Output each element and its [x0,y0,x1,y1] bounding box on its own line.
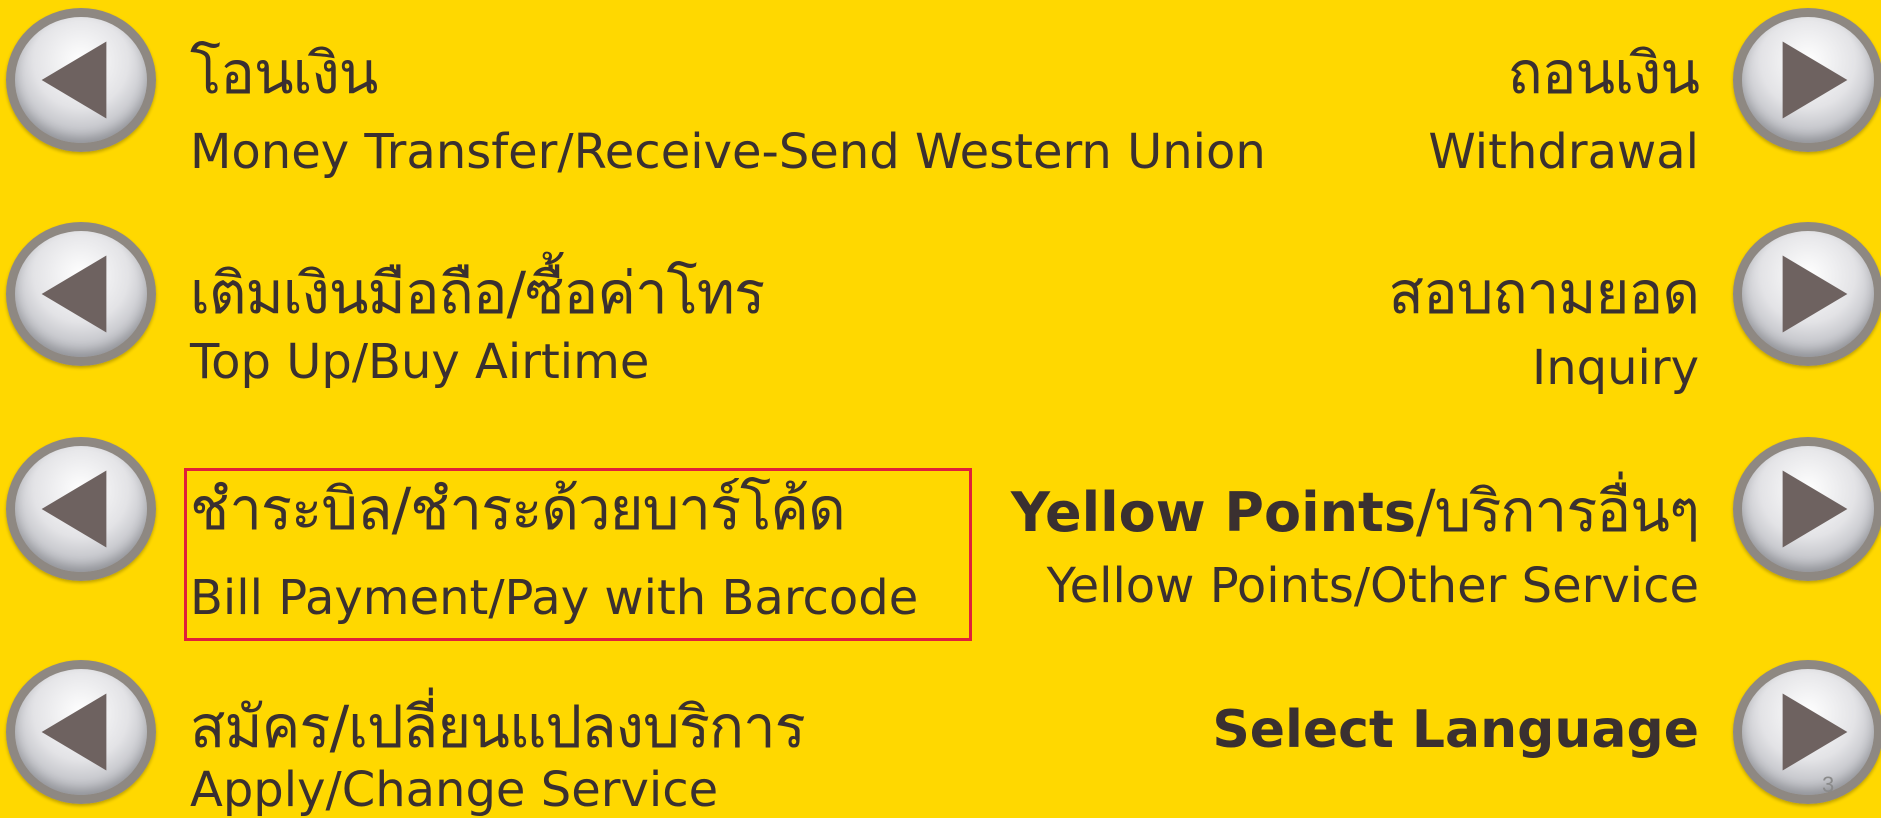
top-up-label[interactable]: Top Up/Buy Airtime [190,338,649,386]
yellow-points-label[interactable]: Yellow Points/Other Service [1047,562,1699,610]
inquiry-label[interactable]: Inquiry [1532,344,1699,392]
withdrawal-label[interactable]: Withdrawal [1428,128,1699,176]
select-language-label[interactable]: Select Language [1212,704,1699,756]
page-number: 3 [1822,772,1835,797]
top-up-thai-label[interactable]: เติมเงินมือถือ/ซื้อค่าโทร [190,264,765,322]
right-button-4[interactable] [1733,660,1881,804]
apply-change-label[interactable]: Apply/Change Service [190,766,718,814]
yellow-points-bold-label: Yellow Points [1010,481,1417,544]
withdrawal-thai-label[interactable]: ถอนเงิน [1508,44,1700,102]
arrow-right-icon [1782,693,1848,771]
left-button-3[interactable] [6,437,156,581]
arrow-right-icon [1782,470,1848,548]
arrow-left-icon [41,693,107,771]
yellow-points-thai-label[interactable]: Yellow Points/บริการอื่นๆ [1011,482,1700,540]
left-button-2[interactable] [6,222,156,366]
inquiry-thai-label[interactable]: สอบถามยอด [1389,264,1700,322]
left-button-1[interactable] [6,8,156,152]
arrow-left-icon [41,470,107,548]
selection-highlight [184,468,972,641]
arrow-right-icon [1782,41,1848,119]
arrow-right-icon [1782,255,1848,333]
arrow-left-icon [41,41,107,119]
other-service-thai-label: /บริการอื่นๆ [1416,477,1700,545]
money-transfer-thai-label[interactable]: โอนเงิน [190,44,378,102]
arrow-left-icon [41,255,107,333]
money-transfer-label[interactable]: Money Transfer/Receive-Send Western Unio… [190,128,1266,176]
left-button-4[interactable] [6,660,156,804]
right-button-1[interactable] [1733,8,1881,152]
right-button-3[interactable] [1733,437,1881,581]
right-button-2[interactable] [1733,222,1881,366]
apply-change-thai-label[interactable]: สมัคร/เปลี่ยนแปลงบริการ [190,698,806,756]
